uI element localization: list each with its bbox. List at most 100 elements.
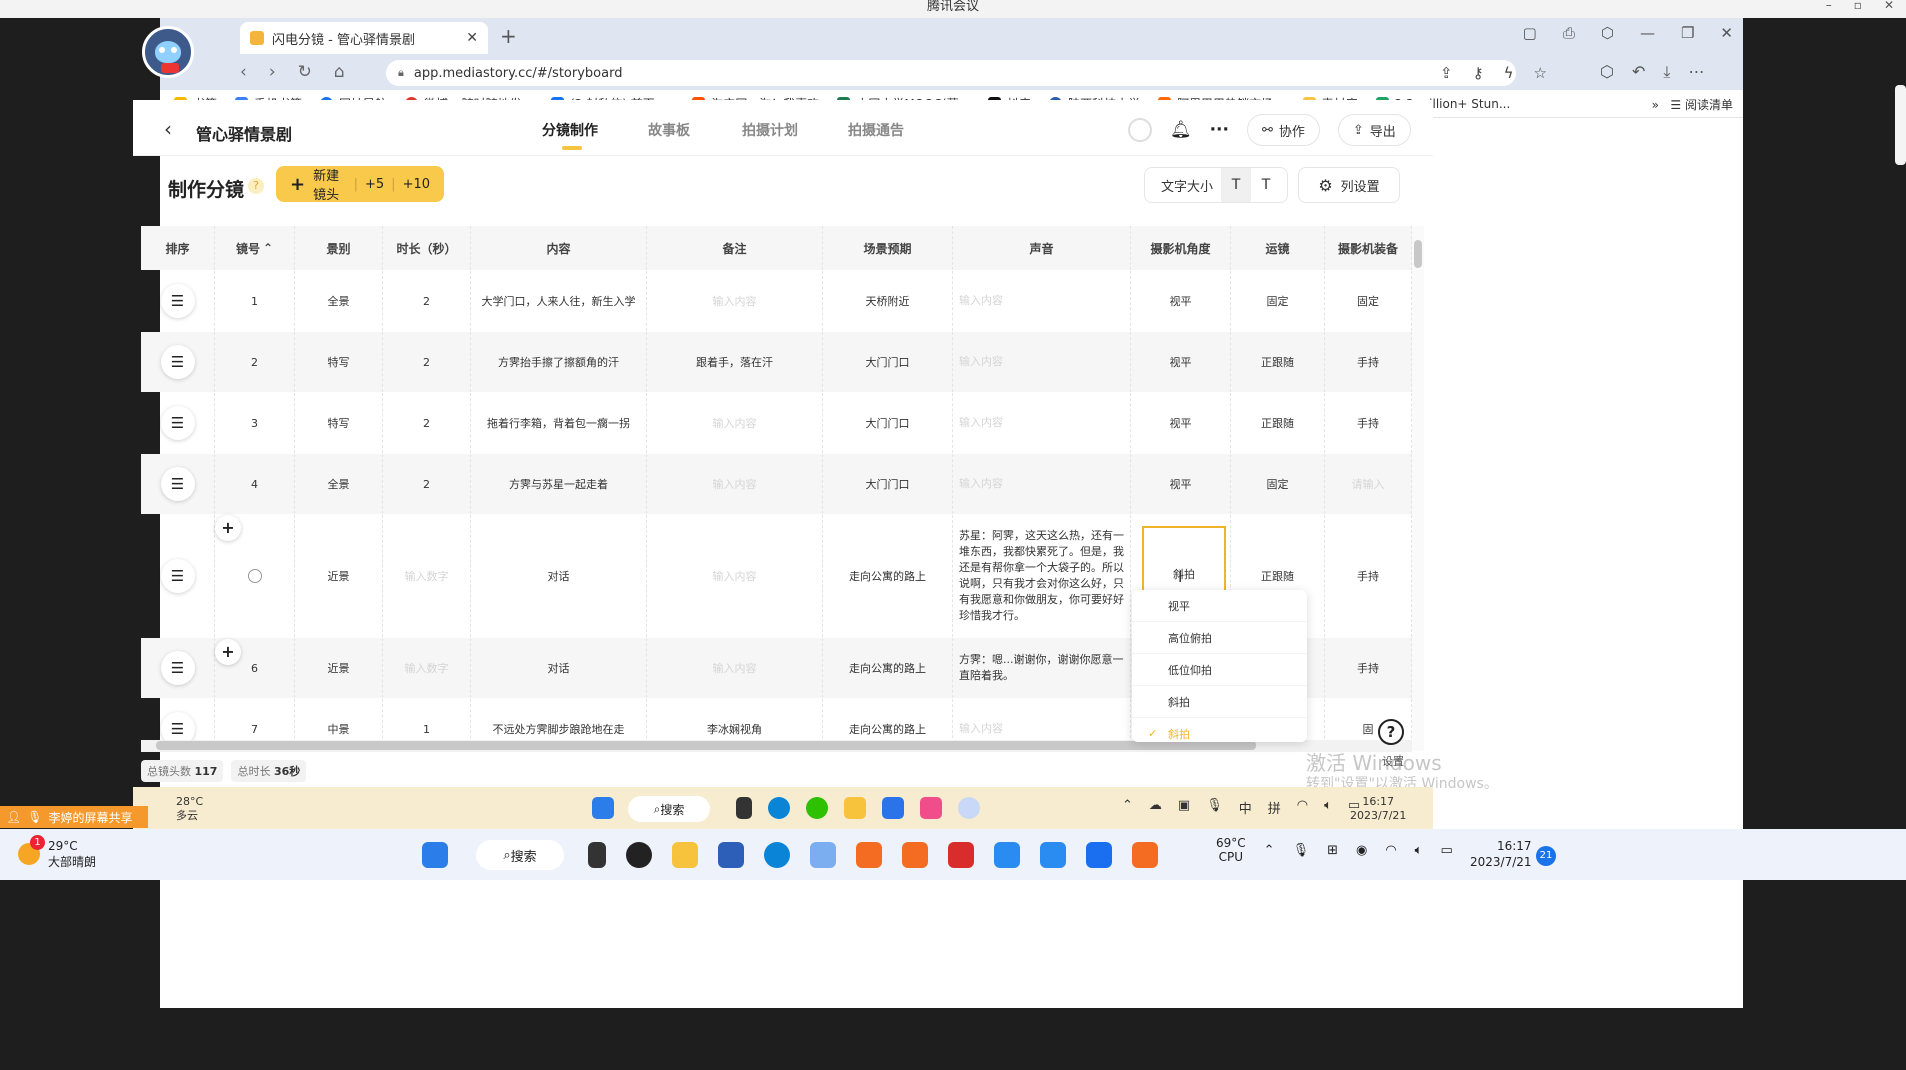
table-hscroll-thumb[interactable] <box>156 741 1256 750</box>
meeting-app-icon[interactable] <box>1086 842 1112 868</box>
app-tray-icon[interactable]: ▣ <box>1178 798 1190 817</box>
volume-icon[interactable]: 🔈︎ <box>1415 843 1423 858</box>
cell-no[interactable]: 2 <box>215 332 295 392</box>
drag-handle-icon[interactable]: ☰ <box>160 651 195 685</box>
maximize-icon[interactable]: ▫ <box>1854 0 1862 11</box>
wifi-icon[interactable]: ◠ <box>1385 843 1396 858</box>
folder-icon[interactable] <box>672 842 698 868</box>
cell-move[interactable]: 正跟随 <box>1231 393 1325 453</box>
add-10-button[interactable]: +10 <box>403 177 430 192</box>
dell-icon[interactable] <box>626 842 652 868</box>
ime-mode[interactable]: 拼 <box>1268 798 1281 817</box>
column-settings-button[interactable]: ⚙ 列设置 <box>1298 167 1400 203</box>
cell-note[interactable]: 输入内容 <box>647 454 823 514</box>
tab-story-board[interactable]: 故事板 <box>648 120 690 140</box>
settings-label[interactable]: 设置 <box>1382 753 1404 769</box>
reading-list-button[interactable]: » ☰ 阅读清单 <box>1652 96 1733 113</box>
cloud-icon[interactable]: ☁ <box>1149 798 1162 817</box>
screen-share-badge[interactable]: 👤︎ 🎙︎ 李婷的屏幕共享 <box>0 806 148 828</box>
export-button[interactable]: ⇪ 导出 <box>1337 114 1411 146</box>
bell-icon[interactable]: 🔔︎ <box>1170 120 1192 140</box>
cell-note[interactable]: 跟着手，落在汗 <box>647 332 823 392</box>
cell-sound[interactable]: 输入内容 <box>953 454 1131 514</box>
cell-handle[interactable]: ☰ <box>141 638 215 698</box>
cell-duration[interactable]: 输入数字 <box>383 515 471 637</box>
cell-angle[interactable]: 视平 <box>1131 332 1231 392</box>
ime-lang[interactable]: 中 <box>1239 798 1252 817</box>
chevron-up-icon[interactable]: ⌃ <box>1264 843 1275 858</box>
cell-gear[interactable]: 固定 <box>1325 271 1412 331</box>
wifi-icon[interactable]: ◠ <box>1297 798 1308 817</box>
column-header[interactable]: 运镜 <box>1231 226 1325 270</box>
meeting-window-controls[interactable]: – ▫ ✕ <box>1826 0 1894 11</box>
new-shot-button[interactable]: + 新建镜头 | +5 | +10 <box>276 166 444 203</box>
edge-icon[interactable] <box>768 797 790 819</box>
edge-icon[interactable] <box>764 842 790 868</box>
dropdown-option[interactable]: 视平 <box>1132 590 1307 622</box>
cell-shot[interactable]: 全景 <box>295 454 383 514</box>
cell-sound[interactable]: 输入内容 <box>953 332 1131 392</box>
app-icon[interactable] <box>810 842 836 868</box>
more-icon[interactable]: ··· <box>1210 120 1229 140</box>
outer-scrollbar[interactable] <box>1895 85 1906 165</box>
cell-gear[interactable]: 请输入 <box>1325 454 1412 514</box>
cell-sound[interactable]: 方霁：嗯...谢谢你，谢谢你愿意一直陪着我。 <box>953 638 1131 698</box>
help-icon[interactable]: ? <box>1378 719 1404 745</box>
wps-icon[interactable] <box>948 842 974 868</box>
outer-weather[interactable]: 1 29°C 大部晴朗 <box>18 835 96 870</box>
cell-shot[interactable]: 特写 <box>295 332 383 392</box>
browser-tab[interactable]: 闪电分镜 - 管心驿情景剧 ✕ <box>240 22 488 54</box>
bilibili-icon[interactable] <box>920 797 942 819</box>
cell-gear[interactable]: 手持 <box>1325 638 1412 698</box>
column-header[interactable]: 备注 <box>647 226 823 270</box>
inner-weather[interactable]: 28°C 多云 <box>150 795 203 823</box>
battery-icon[interactable]: ▭ <box>1440 843 1452 858</box>
back-icon[interactable]: ‹ <box>164 117 172 141</box>
cell-shot[interactable]: 近景 <box>295 638 383 698</box>
restore-icon[interactable]: ❐ <box>1681 24 1694 42</box>
chevron-up-icon[interactable]: ⌃ <box>1122 798 1133 817</box>
new-tab-icon[interactable]: + <box>500 24 517 48</box>
cell-duration[interactable]: 2 <box>383 393 471 453</box>
cell-note[interactable]: 输入内容 <box>647 271 823 331</box>
mic-icon[interactable]: 🎙︎ <box>1206 798 1223 817</box>
ime-icon[interactable]: ⊞ <box>1327 843 1338 858</box>
cell-handle[interactable]: ☰ <box>141 515 215 637</box>
mic-icon[interactable]: 🎙︎ <box>1293 843 1310 858</box>
cell-handle[interactable]: ☰ <box>141 454 215 514</box>
app-icon[interactable] <box>902 842 928 868</box>
cell-scene[interactable]: 走向公寓的路上 <box>823 515 953 637</box>
cell-no[interactable]: 1 <box>215 271 295 331</box>
cell-no[interactable]: 4 <box>215 454 295 514</box>
cell-duration[interactable]: 2 <box>383 454 471 514</box>
tab-close-icon[interactable]: ✕ <box>466 30 478 46</box>
app-icon[interactable] <box>856 842 882 868</box>
drag-handle-icon[interactable]: ☰ <box>160 406 195 440</box>
table-vscroll[interactable] <box>1412 226 1424 751</box>
tab-shooting-plan[interactable]: 拍摄计划 <box>742 120 798 140</box>
task-view-icon[interactable] <box>736 797 752 819</box>
notification-badge[interactable]: 21 <box>1536 846 1556 866</box>
cell-handle[interactable]: ☰ <box>141 393 215 453</box>
security-icon[interactable] <box>994 842 1020 868</box>
sort-icon[interactable]: ⌃ <box>263 241 273 255</box>
select-radio[interactable] <box>247 569 262 583</box>
url-input[interactable]: 🔒︎ app.mediastory.cc/#/storyboard <box>386 60 1516 86</box>
inner-clock[interactable]: 16:17 2023/7/21 <box>1350 795 1406 823</box>
column-header[interactable]: 排序 <box>141 226 215 270</box>
dropdown-option[interactable]: ✓ 斜拍 <box>1132 718 1307 742</box>
font-large-button[interactable]: T <box>1251 168 1281 202</box>
undo-icon[interactable]: ↶ <box>1632 62 1645 82</box>
avatar[interactable] <box>142 26 194 78</box>
cell-duration[interactable]: 2 <box>383 271 471 331</box>
add-row-button[interactable]: + <box>215 639 241 665</box>
cell-shot[interactable]: 特写 <box>295 393 383 453</box>
collab-button[interactable]: ⚯ 协作 <box>1246 114 1320 146</box>
cell-sound[interactable]: 输入内容 <box>953 393 1131 453</box>
outer-clock[interactable]: 16:17 2023/7/21 <box>1470 838 1532 870</box>
cell-angle[interactable]: 视平 <box>1131 393 1231 453</box>
cell-content[interactable]: 大学门口，人来人往，新生入学 <box>471 271 647 331</box>
table-vscroll-thumb[interactable] <box>1414 240 1422 268</box>
cell-content[interactable]: 拖着行李箱，背着包一瘸一拐 <box>471 393 647 453</box>
cell-scene[interactable]: 大门门口 <box>823 454 953 514</box>
